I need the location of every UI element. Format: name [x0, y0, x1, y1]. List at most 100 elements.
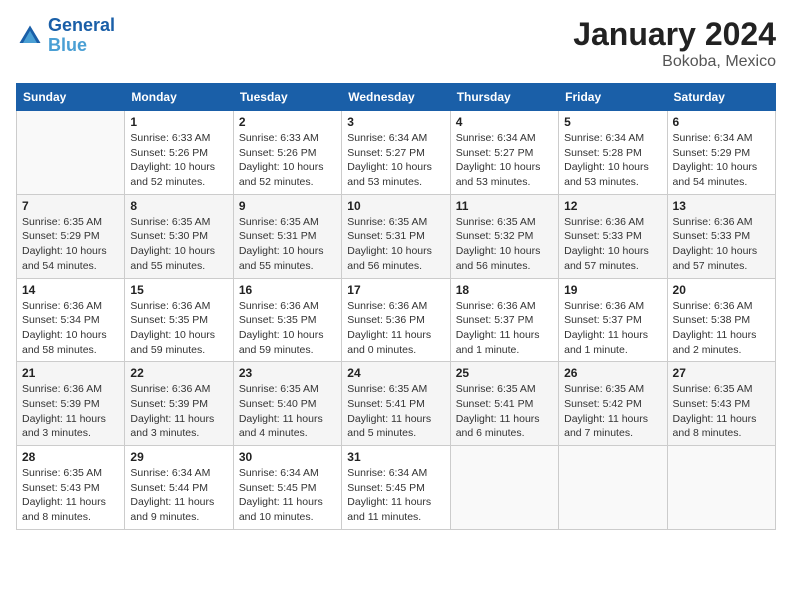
day-number: 2: [239, 115, 336, 129]
day-number: 30: [239, 450, 336, 464]
day-info: Sunrise: 6:35 AMSunset: 5:29 PMDaylight:…: [22, 215, 119, 274]
day-number: 18: [456, 283, 553, 297]
day-number: 29: [130, 450, 227, 464]
calendar-cell: 24 Sunrise: 6:35 AMSunset: 5:41 PMDayligh…: [342, 362, 450, 446]
calendar-cell: 23Sunrise: 6:35 AMSunset: 5:40 PMDayligh…: [233, 362, 341, 446]
day-number: 13: [673, 199, 770, 213]
day-number: 31: [347, 450, 444, 464]
day-info: Sunrise: 6:34 AMSunset: 5:45 PMDaylight:…: [239, 466, 336, 525]
day-number: 24: [347, 366, 444, 380]
calendar-cell: 15Sunrise: 6:36 AMSunset: 5:35 PMDayligh…: [125, 278, 233, 362]
calendar-week-row: 7 Sunrise: 6:35 AMSunset: 5:29 PMDaylight…: [17, 194, 776, 278]
calendar-cell: [450, 446, 558, 530]
day-info: Sunrise: 6:36 AMSunset: 5:35 PMDaylight:…: [239, 299, 336, 358]
day-number: 20: [673, 283, 770, 297]
day-info: Sunrise: 6:34 AMSunset: 5:27 PMDaylight:…: [456, 131, 553, 190]
col-header-saturday: Saturday: [667, 84, 775, 111]
calendar-cell: 17 Sunrise: 6:36 AMSunset: 5:36 PMDayligh…: [342, 278, 450, 362]
calendar-week-row: 14Sunrise: 6:36 AMSunset: 5:34 PMDayligh…: [17, 278, 776, 362]
calendar-cell: 16 Sunrise: 6:36 AMSunset: 5:35 PMDayligh…: [233, 278, 341, 362]
day-number: 11: [456, 199, 553, 213]
day-info: Sunrise: 6:35 AMSunset: 5:30 PMDaylight:…: [130, 215, 227, 274]
calendar-table: SundayMondayTuesdayWednesdayThursdayFrid…: [16, 83, 776, 530]
day-number: 9: [239, 199, 336, 213]
day-info: Sunrise: 6:34 AMSunset: 5:29 PMDaylight:…: [673, 131, 770, 190]
day-info: Sunrise: 6:35 AMSunset: 5:41 PMDaylight:…: [456, 382, 553, 441]
calendar-cell: 22Sunrise: 6:36 AMSunset: 5:39 PMDayligh…: [125, 362, 233, 446]
col-header-thursday: Thursday: [450, 84, 558, 111]
col-header-wednesday: Wednesday: [342, 84, 450, 111]
day-info: Sunrise: 6:35 AMSunset: 5:42 PMDaylight:…: [564, 382, 661, 441]
day-number: 17: [347, 283, 444, 297]
calendar-cell: 18 Sunrise: 6:36 AMSunset: 5:37 PMDayligh…: [450, 278, 558, 362]
day-number: 7: [22, 199, 119, 213]
calendar-title: January 2024: [573, 16, 776, 53]
day-info: Sunrise: 6:36 AMSunset: 5:37 PMDaylight:…: [456, 299, 553, 358]
calendar-cell: 21Sunrise: 6:36 AMSunset: 5:39 PMDayligh…: [17, 362, 125, 446]
day-info: Sunrise: 6:33 AMSunset: 5:26 PMDaylight:…: [130, 131, 227, 190]
calendar-cell: [17, 111, 125, 195]
day-number: 6: [673, 115, 770, 129]
day-info: Sunrise: 6:34 AMSunset: 5:44 PMDaylight:…: [130, 466, 227, 525]
calendar-week-row: 1 Sunrise: 6:33 AMSunset: 5:26 PMDaylight…: [17, 111, 776, 195]
calendar-week-row: 28Sunrise: 6:35 AMSunset: 5:43 PMDayligh…: [17, 446, 776, 530]
day-number: 1: [130, 115, 227, 129]
col-header-tuesday: Tuesday: [233, 84, 341, 111]
day-number: 21: [22, 366, 119, 380]
calendar-subtitle: Bokoba, Mexico: [573, 53, 776, 71]
day-info: Sunrise: 6:36 AMSunset: 5:38 PMDaylight:…: [673, 299, 770, 358]
logo-text: General Blue: [48, 16, 115, 56]
day-number: 16: [239, 283, 336, 297]
day-info: Sunrise: 6:36 AMSunset: 5:33 PMDaylight:…: [673, 215, 770, 274]
col-header-monday: Monday: [125, 84, 233, 111]
day-number: 27: [673, 366, 770, 380]
day-number: 25: [456, 366, 553, 380]
calendar-cell: [667, 446, 775, 530]
calendar-cell: 26 Sunrise: 6:35 AMSunset: 5:42 PMDayligh…: [559, 362, 667, 446]
day-number: 8: [130, 199, 227, 213]
calendar-cell: 3 Sunrise: 6:34 AMSunset: 5:27 PMDaylight…: [342, 111, 450, 195]
calendar-cell: 7 Sunrise: 6:35 AMSunset: 5:29 PMDaylight…: [17, 194, 125, 278]
day-number: 12: [564, 199, 661, 213]
calendar-cell: 4 Sunrise: 6:34 AMSunset: 5:27 PMDaylight…: [450, 111, 558, 195]
col-header-sunday: Sunday: [17, 84, 125, 111]
day-info: Sunrise: 6:34 AMSunset: 5:27 PMDaylight:…: [347, 131, 444, 190]
day-number: 14: [22, 283, 119, 297]
day-info: Sunrise: 6:34 AMSunset: 5:28 PMDaylight:…: [564, 131, 661, 190]
calendar-header-row: SundayMondayTuesdayWednesdayThursdayFrid…: [17, 84, 776, 111]
calendar-week-row: 21Sunrise: 6:36 AMSunset: 5:39 PMDayligh…: [17, 362, 776, 446]
calendar-cell: 28Sunrise: 6:35 AMSunset: 5:43 PMDayligh…: [17, 446, 125, 530]
day-info: Sunrise: 6:35 AMSunset: 5:43 PMDaylight:…: [673, 382, 770, 441]
calendar-cell: 2Sunrise: 6:33 AMSunset: 5:26 PMDaylight…: [233, 111, 341, 195]
day-number: 4: [456, 115, 553, 129]
day-number: 19: [564, 283, 661, 297]
calendar-cell: [559, 446, 667, 530]
day-info: Sunrise: 6:35 AMSunset: 5:41 PMDaylight:…: [347, 382, 444, 441]
logo-icon: [16, 22, 44, 50]
day-number: 10: [347, 199, 444, 213]
day-info: Sunrise: 6:36 AMSunset: 5:37 PMDaylight:…: [564, 299, 661, 358]
col-header-friday: Friday: [559, 84, 667, 111]
calendar-cell: 20 Sunrise: 6:36 AMSunset: 5:38 PMDayligh…: [667, 278, 775, 362]
day-number: 3: [347, 115, 444, 129]
calendar-cell: 14Sunrise: 6:36 AMSunset: 5:34 PMDayligh…: [17, 278, 125, 362]
day-number: 22: [130, 366, 227, 380]
title-block: January 2024 Bokoba, Mexico: [573, 16, 776, 71]
day-info: Sunrise: 6:35 AMSunset: 5:31 PMDaylight:…: [239, 215, 336, 274]
day-number: 15: [130, 283, 227, 297]
calendar-cell: 12Sunrise: 6:36 AMSunset: 5:33 PMDayligh…: [559, 194, 667, 278]
calendar-cell: 29 Sunrise: 6:34 AMSunset: 5:44 PMDayligh…: [125, 446, 233, 530]
calendar-cell: 27 Sunrise: 6:35 AMSunset: 5:43 PMDayligh…: [667, 362, 775, 446]
calendar-cell: 30 Sunrise: 6:34 AMSunset: 5:45 PMDayligh…: [233, 446, 341, 530]
calendar-cell: 13 Sunrise: 6:36 AMSunset: 5:33 PMDayligh…: [667, 194, 775, 278]
calendar-cell: 31Sunrise: 6:34 AMSunset: 5:45 PMDayligh…: [342, 446, 450, 530]
logo: General Blue: [16, 16, 115, 56]
day-number: 26: [564, 366, 661, 380]
calendar-cell: 10Sunrise: 6:35 AMSunset: 5:31 PMDayligh…: [342, 194, 450, 278]
day-info: Sunrise: 6:35 AMSunset: 5:43 PMDaylight:…: [22, 466, 119, 525]
calendar-cell: 6 Sunrise: 6:34 AMSunset: 5:29 PMDaylight…: [667, 111, 775, 195]
calendar-cell: 11Sunrise: 6:35 AMSunset: 5:32 PMDayligh…: [450, 194, 558, 278]
day-info: Sunrise: 6:36 AMSunset: 5:36 PMDaylight:…: [347, 299, 444, 358]
page-header: General Blue January 2024 Bokoba, Mexico: [16, 16, 776, 71]
day-number: 23: [239, 366, 336, 380]
